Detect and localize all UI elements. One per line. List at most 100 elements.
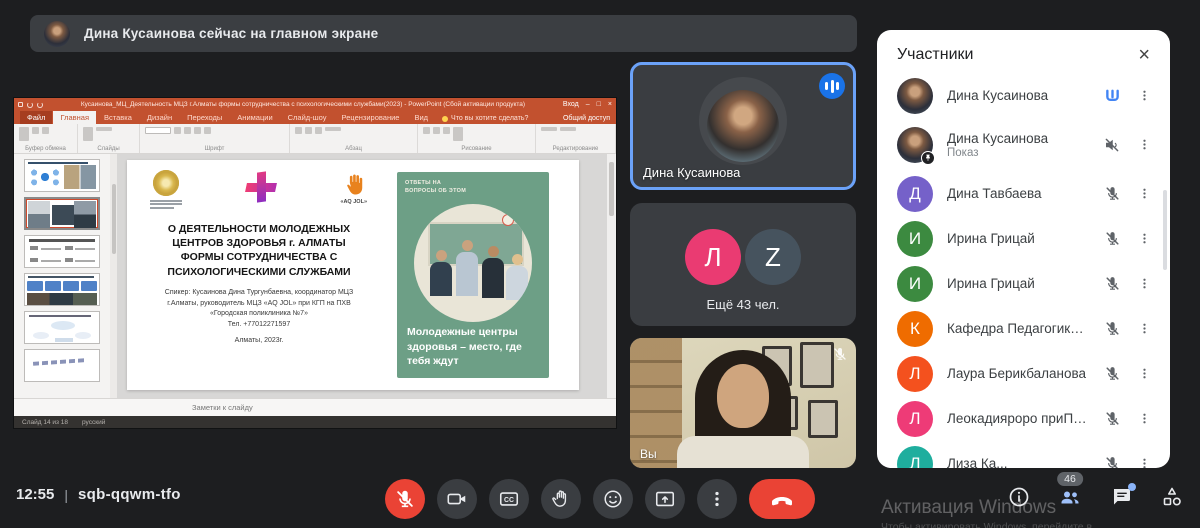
mic-off-icon — [1102, 455, 1122, 468]
participant-avatar: Л — [897, 356, 933, 392]
participant-row[interactable]: Л Лиза Ка... — [877, 441, 1170, 468]
reactions-button[interactable] — [593, 479, 633, 519]
save-icon[interactable] — [18, 102, 23, 107]
ppt-quick-access-toolbar[interactable] — [18, 102, 43, 108]
call-controls: CC — [385, 479, 815, 519]
close-button[interactable]: × — [608, 101, 612, 108]
slide-thumbnail[interactable] — [24, 349, 100, 382]
more-options-button[interactable] — [1136, 456, 1152, 468]
slide-thumbnail[interactable] — [24, 159, 100, 192]
current-slide[interactable]: «AQ JOL» О ДЕЯТЕЛЬНОСТИ МОЛОДЕЖНЫХ ЦЕНТР… — [127, 160, 579, 390]
camera-toggle-button[interactable] — [437, 479, 477, 519]
more-options-button[interactable] — [1136, 137, 1152, 152]
notes-pane[interactable]: Заметки к слайду — [14, 398, 616, 416]
participants-title: Участники — [897, 46, 973, 64]
shared-screen-powerpoint: Кусаинова_МЦ_Деятельность МЦЗ г.Алматы ф… — [14, 98, 616, 428]
mic-off-icon — [1102, 410, 1122, 427]
meeting-details-button[interactable] — [1007, 485, 1031, 509]
participant-row[interactable]: И Ирина Грицай — [877, 261, 1170, 306]
tab-animations[interactable]: Анимации — [230, 111, 279, 124]
tab-home[interactable]: Главная — [53, 111, 96, 124]
ppt-window-title: Кусаинова_МЦ_Деятельность МЦЗ г.Алматы ф… — [43, 101, 563, 108]
slide-speaker-info: Спикер: Кусаинова Дина Тургунбаевна, коо… — [150, 288, 368, 321]
undo-icon[interactable] — [27, 102, 33, 108]
captions-button[interactable]: CC — [489, 479, 529, 519]
participant-avatar: И — [897, 221, 933, 257]
thumbnail-scrollbar[interactable] — [110, 154, 117, 398]
more-options-button[interactable] — [1136, 88, 1152, 103]
tab-review[interactable]: Рецензирование — [335, 111, 407, 124]
ribbon-group-slides[interactable]: Слайды — [78, 124, 140, 153]
slide-scrollbar[interactable] — [607, 154, 616, 398]
participants-scrollbar[interactable] — [1163, 190, 1167, 270]
share-button[interactable]: Общий доступ — [563, 115, 610, 124]
ppt-titlebar: Кусаинова_МЦ_Деятельность МЦЗ г.Алматы ф… — [14, 98, 616, 111]
present-button[interactable] — [645, 479, 685, 519]
more-options-button[interactable] — [1136, 231, 1152, 246]
more-options-button[interactable] — [1136, 366, 1152, 381]
participant-row[interactable]: Дина Кусаинова — [877, 73, 1170, 118]
ppt-account-label[interactable]: Вход — [563, 101, 579, 108]
speaker-name: Дина Кусаинова — [643, 165, 740, 180]
meeting-info: 12:55 | sqb-qqwm-tfo — [16, 486, 181, 503]
slide-editing-area: «AQ JOL» О ДЕЯТЕЛЬНОСТИ МОЛОДЕЖНЫХ ЦЕНТР… — [117, 154, 616, 398]
slide-thumbnail[interactable] — [24, 311, 100, 344]
participant-row[interactable]: Л Лаура Берикбаланова — [877, 351, 1170, 396]
more-options-button[interactable] — [697, 479, 737, 519]
mic-toggle-button[interactable] — [385, 479, 425, 519]
raise-hand-button[interactable] — [541, 479, 581, 519]
aqjol-hand-logo: «AQ JOL» — [340, 170, 367, 205]
mic-off-icon — [1102, 185, 1122, 202]
language-indicator: русский — [82, 419, 105, 426]
maximize-button[interactable]: □ — [597, 101, 601, 108]
speaking-indicator-icon — [1102, 86, 1122, 105]
ribbon-group-font[interactable]: Шрифт — [140, 124, 290, 153]
self-shirt — [677, 436, 809, 468]
overflow-participants-tile[interactable]: Z Л Ещё 43 чел. — [630, 203, 856, 326]
chat-button[interactable] — [1109, 485, 1133, 509]
overflow-avatar: Z — [745, 229, 801, 285]
ribbon-group-clipboard[interactable]: Буфер обмена — [14, 124, 78, 153]
mic-off-icon — [832, 346, 848, 362]
more-options-button[interactable] — [1136, 186, 1152, 201]
close-icon[interactable]: × — [1138, 45, 1150, 65]
activities-button[interactable] — [1160, 485, 1184, 509]
slide-thumbnail[interactable] — [24, 273, 100, 306]
meeting-side-controls: 46 — [1007, 485, 1184, 509]
ribbon-group-drawing[interactable]: Рисование — [418, 124, 536, 153]
end-call-button[interactable] — [749, 479, 815, 519]
minimize-button[interactable]: – — [586, 101, 590, 108]
tab-design[interactable]: Дизайн — [140, 111, 179, 124]
tab-insert[interactable]: Вставка — [97, 111, 139, 124]
self-video-tile[interactable]: Вы — [630, 338, 856, 468]
slide-thumbnail[interactable] — [24, 235, 100, 268]
participant-subtitle: Показ — [947, 147, 1088, 159]
more-options-button[interactable] — [1136, 411, 1152, 426]
participant-avatar — [897, 78, 933, 114]
slide-thumbnail-selected[interactable] — [24, 197, 100, 230]
tab-file[interactable]: Файл — [20, 111, 52, 124]
speaker-video-tile[interactable]: Дина Кусаинова — [630, 62, 856, 190]
participant-row[interactable]: К Кафедра Педагогики и п... — [877, 306, 1170, 351]
ribbon-group-editing[interactable]: Редактирование — [536, 124, 616, 153]
svg-text:CC: CC — [504, 497, 514, 504]
participant-avatar — [897, 127, 933, 163]
participant-row[interactable]: Дина Кусаинова Показ — [877, 118, 1170, 171]
participant-row[interactable]: Л Леокадияроро приПоля... — [877, 396, 1170, 441]
more-options-button[interactable] — [1136, 276, 1152, 291]
participant-row[interactable]: Д Дина Тавбаева — [877, 171, 1170, 216]
speaker-avatar — [707, 90, 779, 162]
tab-slideshow[interactable]: Слайд-шоу — [281, 111, 334, 124]
mic-off-icon — [1102, 230, 1122, 247]
participant-avatar: Л — [897, 446, 933, 469]
tab-view[interactable]: Вид — [407, 111, 435, 124]
slide-counter: Слайд 14 из 18 — [22, 419, 68, 426]
people-button[interactable]: 46 — [1058, 485, 1082, 509]
ribbon-group-paragraph[interactable]: Абзац — [290, 124, 418, 153]
participant-row[interactable]: И Ирина Грицай — [877, 216, 1170, 261]
tell-me-search[interactable]: Что вы хотите сделать? — [442, 115, 528, 124]
mic-off-icon — [1102, 365, 1122, 382]
youth-illustration — [414, 204, 532, 322]
more-options-button[interactable] — [1136, 321, 1152, 336]
tab-transitions[interactable]: Переходы — [180, 111, 229, 124]
